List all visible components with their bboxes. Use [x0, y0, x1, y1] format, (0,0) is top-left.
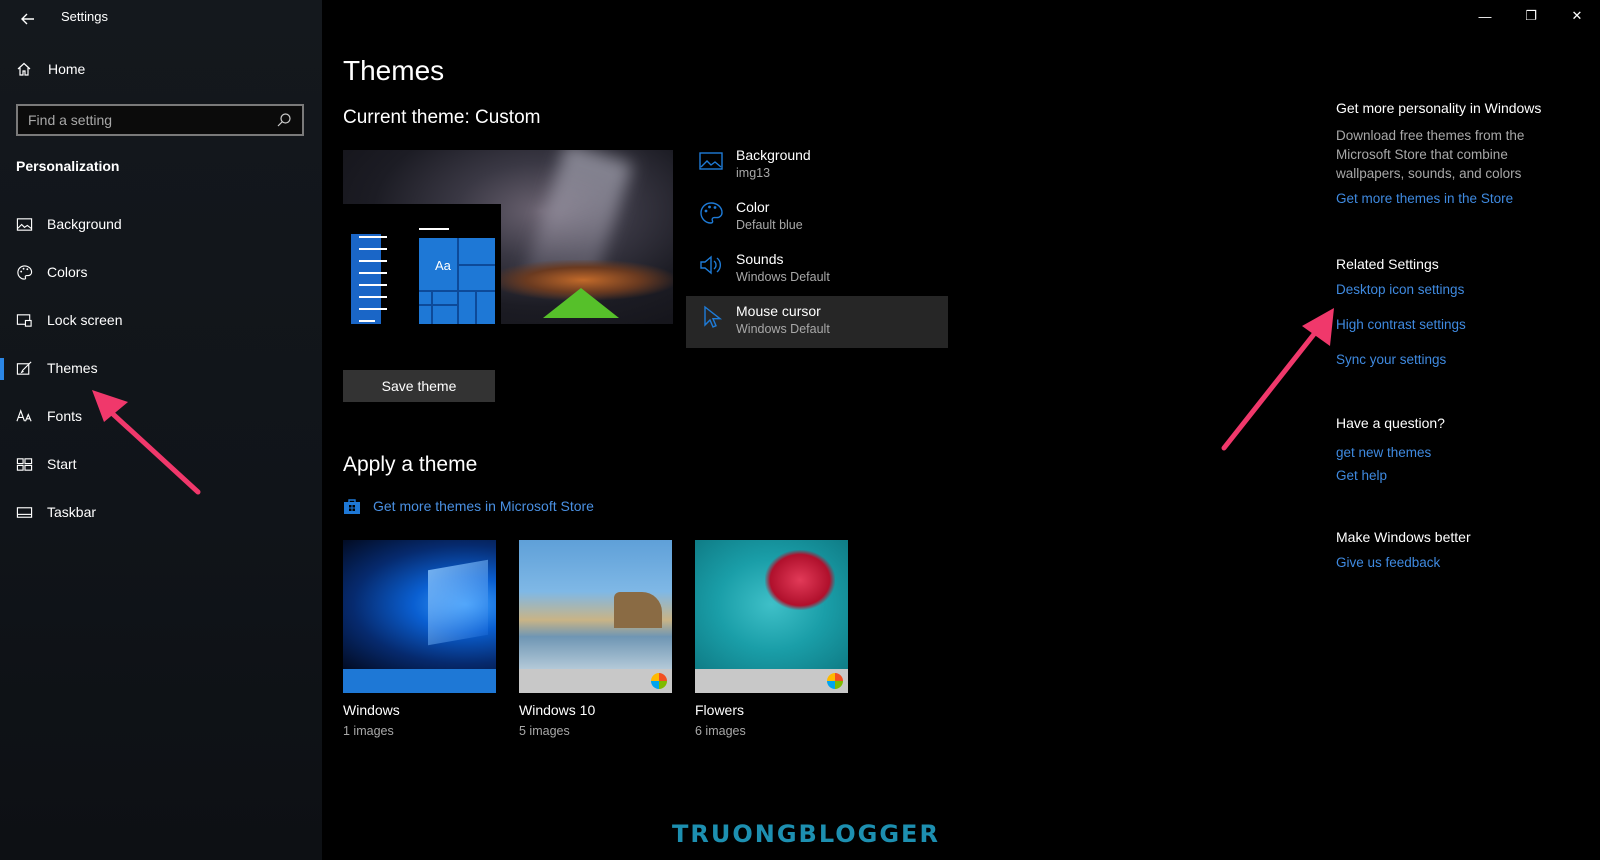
close-icon[interactable]: ✕ [1554, 0, 1600, 32]
theme-thumbnail [695, 540, 848, 669]
get-help-link[interactable]: Get help [1336, 468, 1576, 483]
store-link-label: Get more themes in Microsoft Store [373, 498, 594, 514]
search-icon[interactable] [276, 112, 292, 128]
sidebar-item-label: Taskbar [47, 504, 97, 520]
theme-properties: Background img13 Color Default blue Soun… [686, 140, 948, 348]
theme-gallery: Windows 1 images Windows 10 5 images Flo… [343, 540, 848, 738]
theme-card-flowers[interactable]: Flowers 6 images [695, 540, 848, 738]
lock-screen-icon [16, 313, 32, 327]
fonts-icon [16, 408, 32, 421]
search-box[interactable] [16, 104, 304, 136]
theme-name: Flowers [695, 702, 745, 718]
theme-preview: Aa [343, 150, 673, 324]
home-icon [17, 62, 31, 76]
home-label: Home [48, 61, 86, 77]
desktop-icon-settings-link[interactable]: Desktop icon settings [1336, 282, 1576, 297]
preview-start-menu [351, 234, 387, 324]
sidebar-item-label: Fonts [47, 408, 83, 424]
theme-image-count: 1 images [343, 724, 394, 738]
image-icon [16, 217, 33, 231]
taskbar-icon [16, 506, 33, 518]
property-value: img13 [736, 166, 771, 180]
theme-color-bar [695, 669, 848, 693]
property-value: Default blue [736, 218, 803, 232]
property-name: Mouse cursor [736, 303, 821, 319]
current-theme-heading: Current theme: Custom [343, 107, 541, 128]
sidebar-item-label: Lock screen [47, 312, 123, 328]
tent-graphic [543, 288, 619, 318]
maximize-icon[interactable]: ❐ [1508, 0, 1554, 32]
get-new-themes-link[interactable]: get new themes [1336, 445, 1576, 460]
color-property[interactable]: Color Default blue [686, 192, 948, 244]
auto-color-icon [651, 673, 667, 689]
sidebar-item-start[interactable]: Start [0, 440, 322, 488]
preview-tiles: Aa [419, 238, 495, 324]
sidebar-item-lock-screen[interactable]: Lock screen [0, 296, 322, 344]
feedback-heading: Make Windows better [1336, 529, 1471, 545]
sidebar-item-fonts[interactable]: Fonts [0, 392, 322, 440]
sidebar-item-themes[interactable]: Themes [0, 344, 322, 392]
themes-icon [16, 360, 32, 375]
high-contrast-settings-link[interactable]: High contrast settings [1336, 317, 1576, 332]
mouse-cursor-property[interactable]: Mouse cursor Windows Default [686, 296, 948, 348]
search-input[interactable] [28, 112, 276, 128]
sidebar-item-label: Background [47, 216, 122, 232]
sidebar-item-label: Start [47, 456, 77, 472]
page-title: Themes [343, 55, 445, 86]
sidebar-item-label: Colors [47, 264, 88, 280]
property-name: Background [736, 147, 811, 163]
theme-color-bar [343, 669, 496, 693]
sounds-property[interactable]: Sounds Windows Default [686, 244, 948, 296]
palette-icon [700, 202, 723, 224]
property-value: Windows Default [736, 322, 830, 336]
theme-card-windows-10[interactable]: Windows 10 5 images [519, 540, 672, 738]
personality-heading: Get more personality in Windows [1336, 100, 1542, 116]
theme-image-count: 6 images [695, 724, 746, 738]
property-name: Sounds [736, 251, 784, 267]
theme-image-count: 5 images [519, 724, 570, 738]
palette-icon [17, 264, 33, 280]
give-feedback-link[interactable]: Give us feedback [1336, 555, 1576, 570]
store-link[interactable]: Get more themes in Microsoft Store [343, 497, 594, 515]
theme-thumbnail [519, 540, 672, 669]
sidebar-item-label: Themes [47, 360, 98, 376]
home-nav-item[interactable]: Home [16, 61, 85, 77]
speaker-icon [700, 255, 721, 275]
section-heading: Personalization [16, 158, 120, 174]
annotation-arrow-right [1221, 308, 1334, 451]
sync-settings-link[interactable]: Sync your settings [1336, 352, 1576, 367]
property-name: Color [736, 199, 770, 215]
cursor-icon [704, 305, 723, 328]
personality-text: Download free themes from the Microsoft … [1336, 128, 1525, 181]
image-icon [699, 152, 723, 170]
sidebar-item-background[interactable]: Background [0, 200, 322, 248]
theme-color-bar [519, 669, 672, 693]
background-property[interactable]: Background img13 [686, 140, 948, 192]
theme-card-windows[interactable]: Windows 1 images [343, 540, 496, 738]
window-title: Settings [61, 9, 108, 24]
save-theme-button[interactable]: Save theme [343, 370, 495, 402]
preview-window: Aa [343, 204, 501, 324]
right-panel: Get more personality in Windows Download… [1336, 100, 1576, 570]
question-heading: Have a question? [1336, 415, 1445, 431]
sidebar: Settings Home Personalization Background… [0, 0, 322, 860]
sidebar-nav: Background Colors Lock screen Themes Fon… [0, 200, 322, 536]
sidebar-item-taskbar[interactable]: Taskbar [0, 488, 322, 536]
watermark-logo: TRUONGBLOGGER [672, 820, 940, 848]
auto-color-icon [827, 673, 843, 689]
store-icon [344, 499, 360, 514]
theme-name: Windows 10 [519, 702, 596, 718]
sidebar-item-colors[interactable]: Colors [0, 248, 322, 296]
related-settings-heading: Related Settings [1336, 256, 1439, 272]
start-icon [16, 457, 33, 471]
back-arrow-icon[interactable] [12, 6, 44, 32]
minimize-icon[interactable]: — [1462, 0, 1508, 32]
theme-name: Windows [343, 702, 400, 718]
store-themes-link[interactable]: Get more themes in the Store [1336, 191, 1576, 206]
property-value: Windows Default [736, 270, 830, 284]
apply-theme-heading: Apply a theme [343, 453, 478, 476]
theme-thumbnail [343, 540, 496, 669]
preview-tile-text: Aa [435, 258, 451, 273]
